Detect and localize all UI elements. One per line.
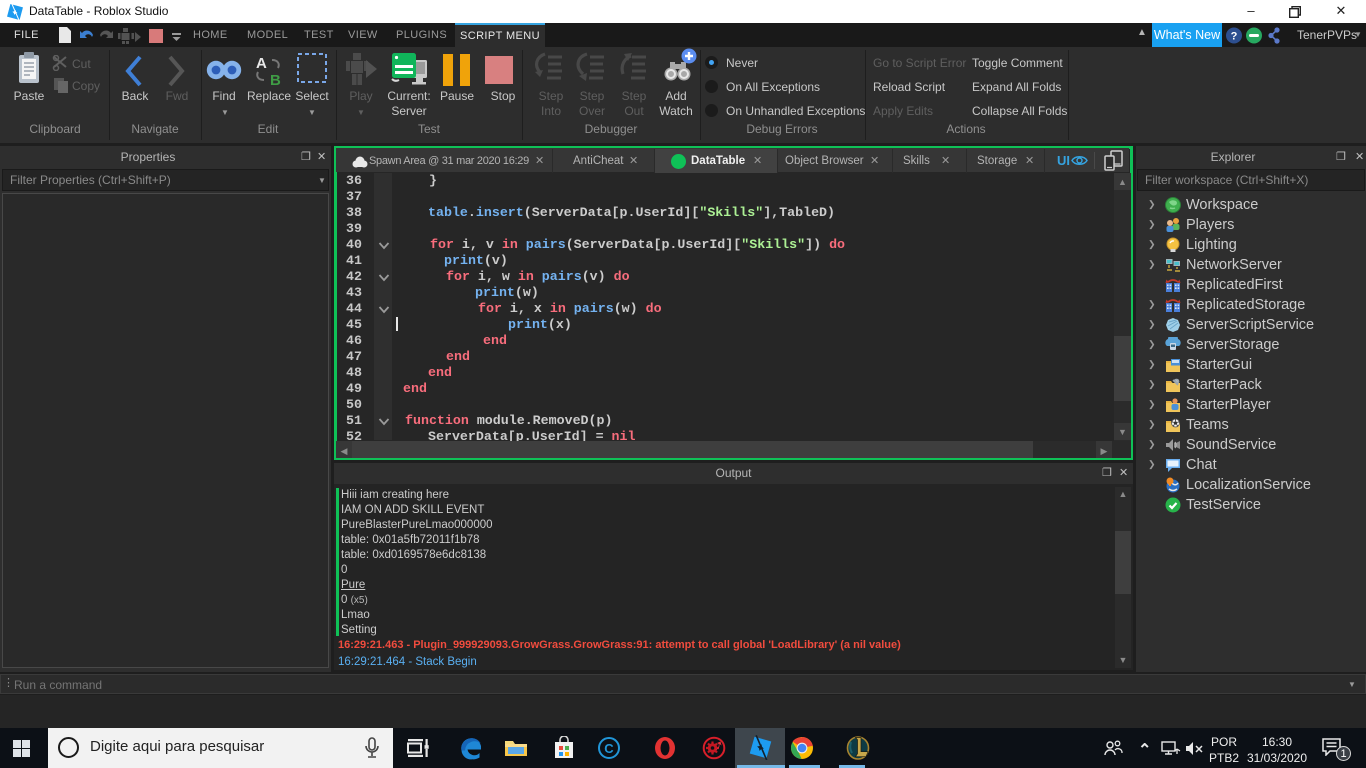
svg-text:?: ? bbox=[1231, 31, 1238, 43]
svg-text:A: A bbox=[256, 55, 267, 72]
svg-text:C: C bbox=[604, 741, 614, 756]
svg-text:B: B bbox=[270, 72, 281, 88]
